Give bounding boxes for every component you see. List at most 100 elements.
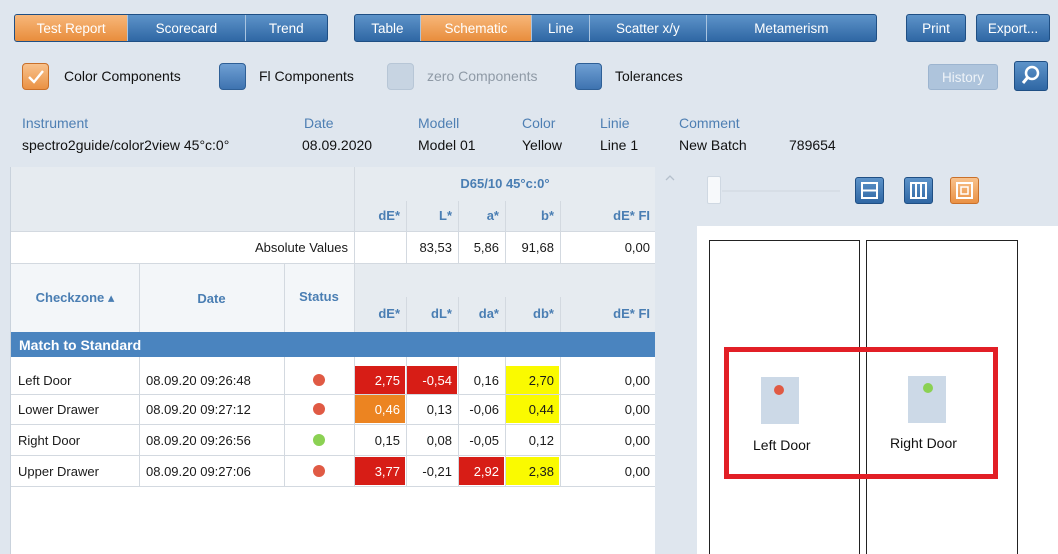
grid-line bbox=[560, 201, 561, 263]
row-dEFI: 0,00 bbox=[624, 463, 650, 479]
tab-scorecard[interactable]: Scorecard bbox=[128, 15, 246, 41]
row-dEFI: 0,00 bbox=[624, 401, 650, 417]
tab-metamerism[interactable]: Metamerism bbox=[707, 15, 876, 41]
col-status[interactable]: Status bbox=[284, 264, 354, 332]
grid-line bbox=[458, 357, 459, 487]
grid-line bbox=[284, 264, 285, 332]
tolerances-checkbox[interactable] bbox=[575, 63, 602, 90]
zoom-slider-thumb[interactable] bbox=[707, 176, 721, 204]
right-door-label: Right Door bbox=[890, 435, 957, 451]
status-dot-red bbox=[313, 374, 325, 386]
status-indicator bbox=[284, 365, 354, 395]
row-dEFI: 0,00 bbox=[624, 372, 650, 388]
row-dE: 0,15 bbox=[374, 432, 400, 448]
left-door-zone[interactable] bbox=[761, 377, 799, 424]
grid-line bbox=[354, 167, 355, 332]
abs-col-dE: dE* bbox=[378, 207, 400, 223]
tab-schematic[interactable]: Schematic bbox=[420, 15, 533, 41]
status-indicator bbox=[284, 394, 354, 424]
fl-components-checkbox[interactable] bbox=[219, 63, 246, 90]
tab-test-report[interactable]: Test Report bbox=[15, 15, 129, 41]
grid-line bbox=[406, 201, 407, 263]
grid-line bbox=[406, 357, 407, 487]
comment-value: New Batch bbox=[679, 137, 747, 153]
right-door-zone[interactable] bbox=[908, 376, 946, 423]
search-button[interactable] bbox=[1014, 61, 1048, 91]
grid-line bbox=[284, 357, 285, 487]
instrument-value: spectro2guide/color2view 45°c:0° bbox=[22, 137, 230, 153]
abs-col-a: a* bbox=[486, 207, 499, 223]
abs-col-L: L* bbox=[439, 207, 452, 223]
row-zone[interactable]: Lower Drawer bbox=[11, 394, 139, 424]
abs-col-dEFI: dE* FI bbox=[613, 207, 650, 223]
checkmark-icon bbox=[28, 70, 44, 84]
grid-line bbox=[139, 357, 140, 487]
grid-line bbox=[11, 263, 656, 264]
row-da: 2,92 bbox=[473, 463, 499, 479]
options-row: Color Components Fl Components zero Comp… bbox=[0, 58, 1058, 98]
abs-values-label: Absolute Values bbox=[255, 239, 348, 255]
tab-table[interactable]: Table bbox=[355, 15, 421, 41]
row-date: 08.09.20 09:27:12 bbox=[146, 401, 251, 417]
illuminant-header: D65/10 45°c:0° bbox=[460, 175, 550, 191]
col-dE[interactable]: dE* bbox=[354, 297, 406, 329]
row-db: 0,44 bbox=[528, 401, 554, 417]
col-da[interactable]: da* bbox=[458, 297, 505, 329]
row-dL: -0,54 bbox=[422, 372, 452, 388]
zero-components-label: zero Components bbox=[427, 68, 538, 84]
vertical-scrollbar[interactable] bbox=[655, 167, 684, 554]
zoom-slider-track[interactable] bbox=[722, 190, 840, 192]
tab-scatter[interactable]: Scatter x/y bbox=[590, 15, 707, 41]
row-zone[interactable]: Left Door bbox=[11, 365, 139, 395]
report-type-group: Test Report Scorecard Trend bbox=[14, 14, 328, 42]
grid-line bbox=[505, 357, 506, 487]
schematic-canvas[interactable]: Left Door Right Door bbox=[697, 226, 1058, 554]
row-dL: 0,08 bbox=[426, 432, 452, 448]
row-dEFI: 0,00 bbox=[624, 432, 650, 448]
grid-line bbox=[505, 297, 506, 332]
row-db: 0,12 bbox=[528, 432, 554, 448]
history-button[interactable]: History bbox=[928, 64, 998, 90]
section-match-to-standard[interactable]: Match to Standard bbox=[11, 332, 656, 357]
search-icon bbox=[1021, 65, 1040, 84]
tab-trend[interactable]: Trend bbox=[246, 15, 327, 41]
row-dE: 2,75 bbox=[374, 372, 400, 388]
grid-line bbox=[560, 357, 561, 487]
comment-extra-value: 789654 bbox=[789, 137, 836, 153]
col-db[interactable]: db* bbox=[505, 297, 560, 329]
linie-value: Line 1 bbox=[600, 137, 639, 153]
abs-value-dE bbox=[354, 231, 406, 263]
col-dEFI[interactable]: dE* FI bbox=[560, 297, 656, 329]
grid-line bbox=[560, 297, 561, 332]
col-date[interactable]: Date bbox=[139, 264, 284, 332]
status-dot-green bbox=[923, 383, 933, 393]
abs-value-a: 5,86 bbox=[473, 239, 499, 255]
color-components-checkbox[interactable] bbox=[22, 63, 49, 90]
row-dE: 0,46 bbox=[374, 401, 400, 417]
row-date: 08.09.20 09:26:48 bbox=[146, 372, 251, 388]
grid-line bbox=[458, 201, 459, 263]
left-door-label: Left Door bbox=[753, 437, 811, 453]
row-dL: 0,13 bbox=[426, 401, 452, 417]
date-label: Date bbox=[304, 115, 334, 131]
tolerances-label: Tolerances bbox=[615, 68, 683, 84]
color-value: Yellow bbox=[522, 137, 562, 153]
split-horizontal-button[interactable] bbox=[855, 177, 884, 204]
fl-components-label: Fl Components bbox=[259, 68, 354, 84]
grid-line bbox=[505, 201, 506, 263]
grid-line bbox=[354, 357, 355, 487]
print-button[interactable]: Print bbox=[907, 15, 965, 41]
export-button[interactable]: Export... bbox=[977, 15, 1049, 41]
col-dL[interactable]: dL* bbox=[406, 297, 458, 329]
grid-line bbox=[139, 264, 140, 332]
fit-view-button[interactable] bbox=[950, 177, 979, 204]
tab-line[interactable]: Line bbox=[532, 15, 591, 41]
scroll-up-icon[interactable] bbox=[655, 167, 684, 187]
row-db: 2,38 bbox=[528, 463, 554, 479]
export-group: Export... bbox=[976, 14, 1050, 42]
split-vertical-button[interactable] bbox=[904, 177, 933, 204]
col-checkzone[interactable]: Checkzone ▴ bbox=[11, 264, 139, 332]
row-zone[interactable]: Upper Drawer bbox=[11, 456, 139, 486]
modell-value: Model 01 bbox=[418, 137, 476, 153]
row-zone[interactable]: Right Door bbox=[11, 425, 139, 455]
